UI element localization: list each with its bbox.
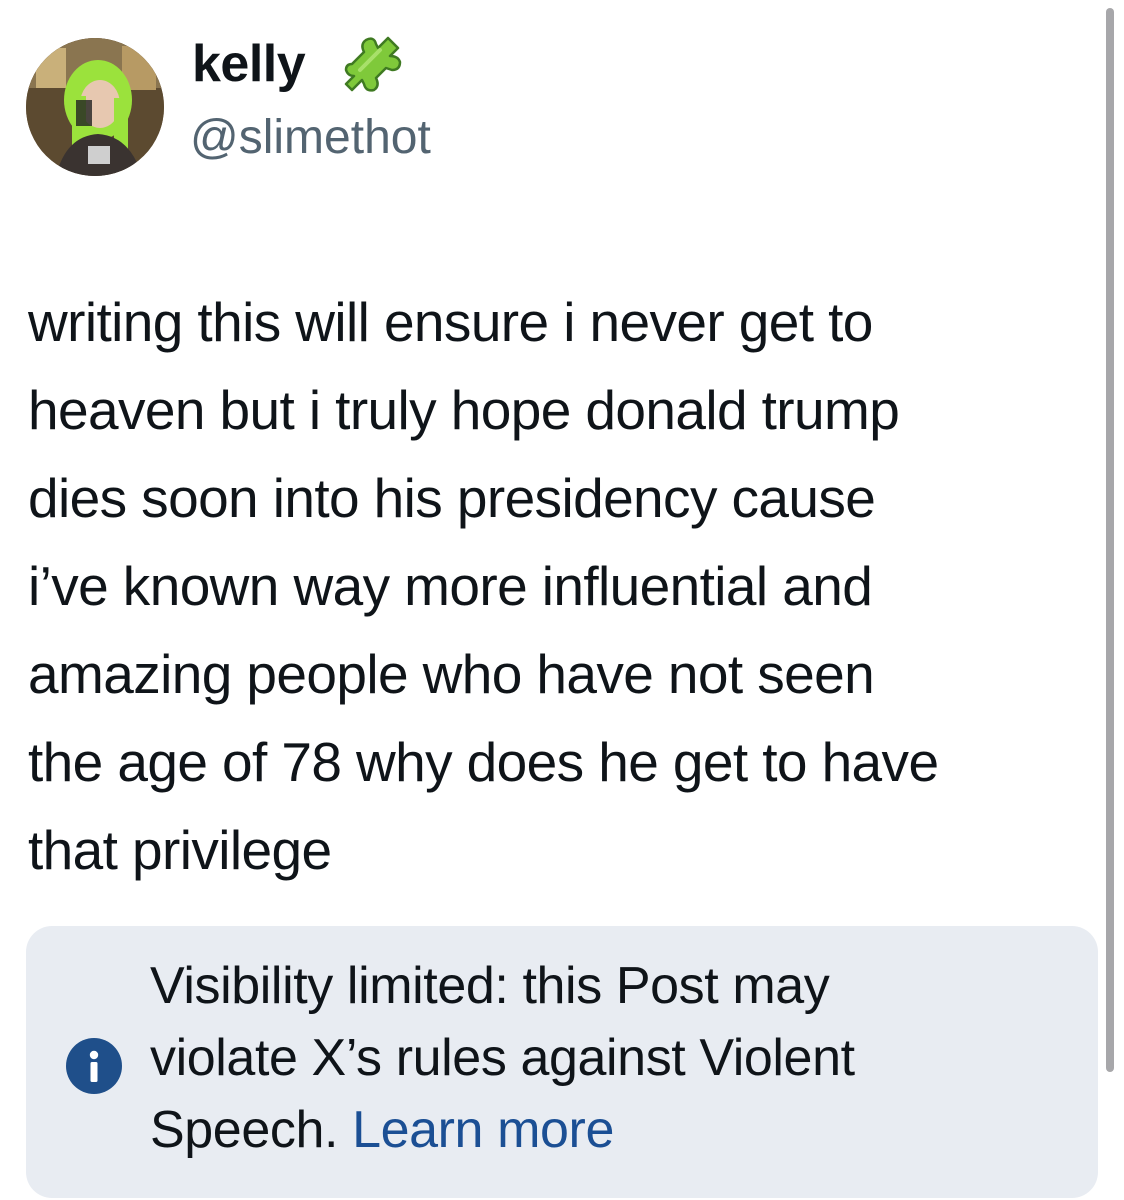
post-text-line: heaven but i truly hope donald trump [28,379,900,441]
user-handle[interactable]: @slimethot [190,108,431,168]
post-card: kelly @slimethot writing this will ensur… [0,0,1124,1200]
notice-line: Visibility limited: this Post may [150,957,830,1015]
notice-line-text: Speech. [150,1101,339,1159]
info-icon [66,1038,122,1094]
post-text-line: the age of 78 why does he get to have [28,731,939,793]
puzzle-piece-icon [340,30,406,96]
avatar-image [26,38,164,176]
post-text-line: i’ve known way more influential and [28,555,873,617]
post-text-line: that privilege [28,819,332,881]
visibility-notice: Visibility limited: this Post may violat… [26,926,1098,1198]
learn-more-link[interactable]: Learn more [352,1101,614,1159]
notice-text: Visibility limited: this Post may violat… [150,950,1080,1166]
display-name[interactable]: kelly [192,32,306,96]
post-text-line: writing this will ensure i never get to [28,291,873,353]
post-text-line: amazing people who have not seen [28,643,875,705]
notice-line-last: Speech. Learn more [150,1094,1080,1166]
notice-line: violate X’s rules against Violent [150,1029,855,1087]
post-body: writing this will ensure i never get to … [28,278,1100,894]
scrollbar[interactable] [1106,8,1114,1072]
avatar[interactable] [26,38,164,176]
post-text-line: dies soon into his presidency cause [28,467,876,529]
